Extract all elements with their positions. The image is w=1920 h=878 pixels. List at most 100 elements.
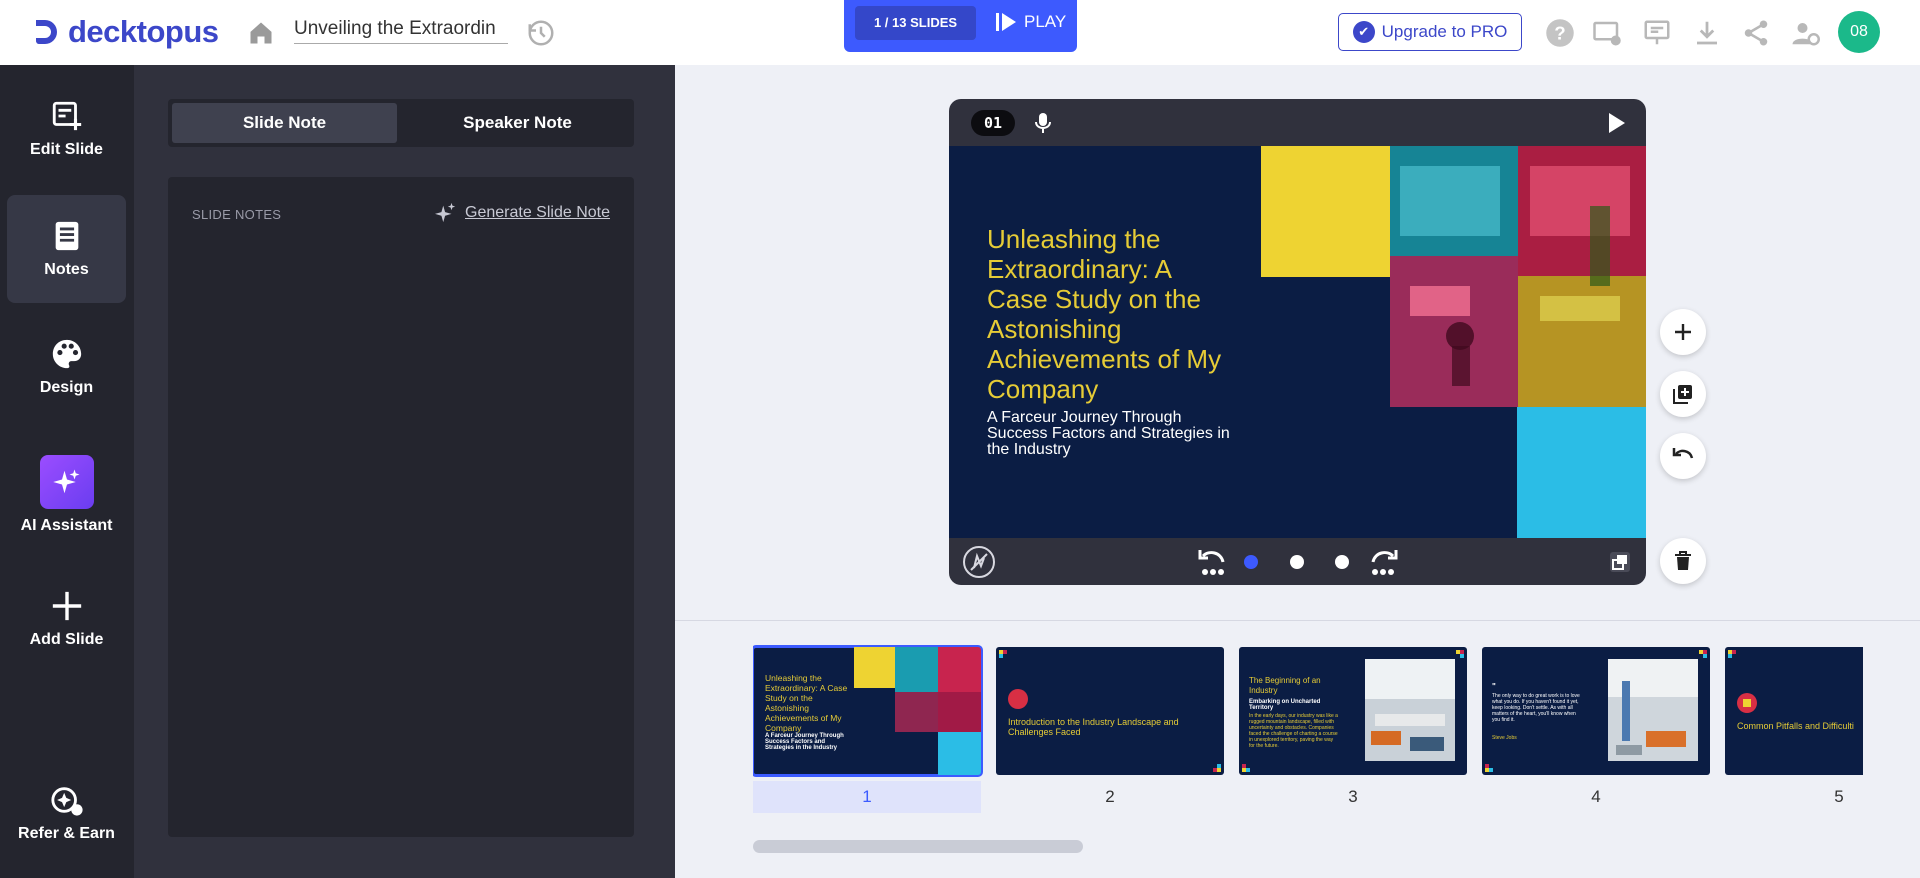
refer-icon bbox=[50, 787, 83, 816]
cyan-accent-block bbox=[1517, 407, 1646, 538]
slide-thumbnail-preview[interactable]: Unleashing the Extraordinary: A Case Stu… bbox=[753, 645, 983, 777]
sparkles-icon bbox=[52, 469, 79, 494]
generate-slide-note-link[interactable]: Generate Slide Note bbox=[435, 202, 610, 224]
sidebar-item-add-slide[interactable]: Add Slide bbox=[7, 565, 126, 673]
step-dot[interactable] bbox=[1290, 555, 1304, 569]
sparkles-icon bbox=[435, 202, 456, 223]
upgrade-button[interactable]: ✔ Upgrade to PRO bbox=[1338, 13, 1522, 51]
sidebar-item-label: Design bbox=[39, 379, 94, 396]
animation-off-icon[interactable] bbox=[963, 546, 995, 578]
sidebar-item-label: Notes bbox=[44, 261, 89, 278]
sidebar-item-notes[interactable]: Notes bbox=[7, 195, 126, 303]
download-icon[interactable] bbox=[1692, 18, 1722, 48]
tab-slide-note[interactable]: Slide Note bbox=[172, 103, 397, 143]
svg-text:?: ? bbox=[1554, 22, 1565, 43]
home-icon[interactable] bbox=[247, 19, 275, 47]
sidebar-item-label: Edit Slide bbox=[30, 141, 103, 158]
slide-thumbnail-preview[interactable]: " The only way to do great work is to lo… bbox=[1482, 647, 1710, 775]
slide-subtitle[interactable]: A Farceur Journey Through Success Factor… bbox=[987, 410, 1237, 458]
slide-thumbnail[interactable]: Common Pitfalls and Difficulti 5 bbox=[1725, 647, 1863, 817]
logo-text: decktopus bbox=[68, 14, 219, 49]
slide-play-icon[interactable] bbox=[1604, 111, 1628, 135]
slide-number-badge: 01 bbox=[971, 110, 1015, 136]
document-title-input[interactable]: Unveiling the Extraordin bbox=[294, 18, 508, 44]
tab-speaker-note[interactable]: Speaker Note bbox=[405, 103, 630, 143]
corner-decoration bbox=[999, 650, 1007, 658]
bullet-circle-icon bbox=[1737, 693, 1757, 713]
slide-filmstrip: Unleashing the Extraordinary: A Case Stu… bbox=[675, 620, 1920, 878]
slide-editor-card: 01 Unleashing the Extraordinary: A Case … bbox=[949, 99, 1646, 585]
history-icon[interactable] bbox=[526, 18, 556, 48]
decktopus-logo-icon bbox=[36, 20, 57, 44]
generate-slide-note-label: Generate Slide Note bbox=[465, 204, 610, 221]
corner-decoration bbox=[1485, 764, 1493, 772]
sidebar-item-label: Add Slide bbox=[29, 631, 104, 648]
slide-number-label: 2 bbox=[1105, 787, 1115, 806]
previous-step-icon[interactable] bbox=[1197, 546, 1229, 578]
share-icon[interactable] bbox=[1741, 18, 1771, 48]
slide-notes-editor[interactable]: SLIDE NOTES Generate Slide Note bbox=[168, 177, 634, 837]
play-label: PLAY bbox=[1024, 12, 1067, 31]
sidebar-item-refer-earn[interactable]: Refer & Earn bbox=[7, 759, 126, 867]
slide-thumbnail-preview[interactable]: Introduction to the Industry Landscape a… bbox=[996, 647, 1224, 775]
thumb-title: Common Pitfalls and Difficulti bbox=[1737, 721, 1854, 731]
step-dot[interactable] bbox=[1335, 555, 1349, 569]
sidebar-item-edit-slide[interactable]: Edit Slide bbox=[7, 75, 126, 183]
step-dot-active[interactable] bbox=[1244, 555, 1258, 569]
undo-button[interactable] bbox=[1660, 433, 1706, 479]
filmstrip-viewport: Unleashing the Extraordinary: A Case Stu… bbox=[753, 621, 1863, 821]
thumb-quote-body: The only way to do great work is to love… bbox=[1492, 693, 1580, 723]
office-photo[interactable] bbox=[1390, 146, 1646, 407]
user-avatar[interactable]: 08 bbox=[1838, 11, 1880, 53]
help-icon[interactable]: ? bbox=[1545, 18, 1575, 48]
presentation-controls: 1 / 13 SLIDES PLAY bbox=[844, 0, 1077, 52]
slide-thumbnail[interactable]: Introduction to the Industry Landscape a… bbox=[996, 647, 1224, 817]
palette-icon bbox=[52, 339, 81, 369]
office-photo bbox=[1608, 659, 1698, 761]
next-step-icon[interactable] bbox=[1367, 546, 1399, 578]
delete-slide-button[interactable] bbox=[1660, 538, 1706, 584]
slide-thumbnail-preview[interactable]: The Beginning of an Industry Embarking o… bbox=[1239, 647, 1467, 775]
slide-number-label: 3 bbox=[1348, 787, 1358, 806]
undo-icon bbox=[1672, 448, 1694, 459]
slide-thumbnail[interactable]: " The only way to do great work is to lo… bbox=[1482, 647, 1710, 817]
microphone-icon[interactable] bbox=[1031, 110, 1055, 136]
notes-panel: Slide Note Speaker Note SLIDE NOTES Gene… bbox=[134, 65, 675, 878]
yellow-accent-block bbox=[1261, 146, 1390, 277]
slide-stage: 01 Unleashing the Extraordinary: A Case … bbox=[675, 65, 1920, 620]
app-logo[interactable]: decktopus bbox=[30, 14, 219, 50]
screen-settings-icon[interactable] bbox=[1592, 18, 1622, 48]
filmstrip-scrollbar[interactable] bbox=[753, 840, 1083, 853]
corner-decoration bbox=[1456, 650, 1464, 658]
collaborator-settings-icon[interactable] bbox=[1790, 18, 1820, 48]
slide-number-label: 5 bbox=[1834, 787, 1844, 806]
sidebar-item-design[interactable]: Design bbox=[7, 313, 126, 421]
slide-thumbnail[interactable]: Unleashing the Extraordinary: A Case Stu… bbox=[753, 645, 983, 817]
slide-thumbnail[interactable]: The Beginning of an Industry Embarking o… bbox=[1239, 647, 1467, 817]
left-sidebar: Edit Slide Notes Design AI Assistant Add… bbox=[0, 65, 134, 878]
slide-title[interactable]: Unleashing the Extraordinary: A Case Stu… bbox=[987, 224, 1237, 404]
trash-icon bbox=[1675, 551, 1691, 570]
add-element-button[interactable] bbox=[1660, 309, 1706, 355]
thumb-title: Unleashing the Extraordinary: A Case Stu… bbox=[765, 673, 848, 733]
slide-canvas[interactable]: Unleashing the Extraordinary: A Case Stu… bbox=[949, 146, 1646, 538]
duplicate-slide-button[interactable] bbox=[1660, 371, 1706, 417]
play-icon bbox=[996, 13, 1016, 31]
slides-counter: 1 / 13 SLIDES bbox=[855, 6, 976, 40]
layout-swap-icon[interactable] bbox=[1608, 550, 1632, 574]
sidebar-item-label: Refer & Earn bbox=[18, 825, 115, 842]
thumb-subtitle: A Farceur Journey Through Success Factor… bbox=[765, 733, 844, 751]
presenter-icon[interactable] bbox=[1642, 18, 1672, 48]
sidebar-item-ai-assistant[interactable]: AI Assistant bbox=[7, 437, 126, 553]
slide-notes-label: SLIDE NOTES bbox=[192, 207, 282, 222]
plus-icon bbox=[1675, 324, 1691, 340]
slide-footer bbox=[949, 538, 1646, 585]
note-tabs: Slide Note Speaker Note bbox=[168, 99, 634, 147]
play-button[interactable]: PLAY bbox=[996, 12, 1066, 32]
top-bar: decktopus Unveiling the Extraordin 1 / 1… bbox=[0, 0, 1920, 65]
thumb-title: Introduction to the Industry Landscape a… bbox=[1008, 717, 1179, 737]
corner-decoration bbox=[1242, 764, 1250, 772]
slide-thumbnail-preview[interactable]: Common Pitfalls and Difficulti bbox=[1725, 647, 1863, 775]
thumb-subtitle: Embarking on Uncharted Territory bbox=[1249, 699, 1321, 711]
plus-icon bbox=[52, 591, 81, 621]
